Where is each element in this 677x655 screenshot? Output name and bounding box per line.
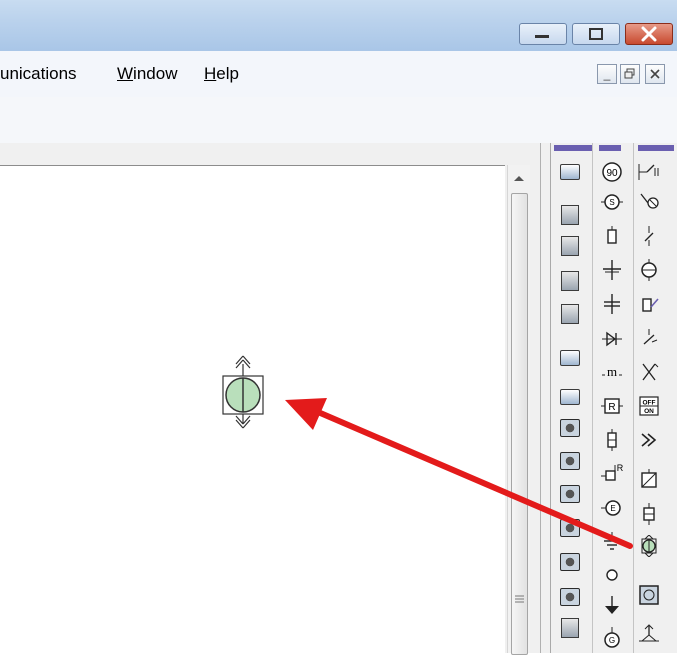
scrollbar-thumb[interactable] <box>511 193 528 655</box>
svg-text:OFF: OFF <box>643 400 656 407</box>
close-icon <box>641 26 657 42</box>
level-indicator-icon[interactable] <box>559 270 581 292</box>
component-palette: 90 S m R R E G OFF ON <box>540 143 677 653</box>
diagram-frame <box>0 143 540 655</box>
panel-frame-icon[interactable] <box>638 584 660 606</box>
gauge-component[interactable] <box>221 354 265 430</box>
document-minimize-button[interactable]: _ <box>597 64 617 84</box>
svg-text:G: G <box>609 636 615 645</box>
fast-forward-icon[interactable] <box>638 429 660 451</box>
fuse-icon[interactable] <box>601 429 623 451</box>
emf-source-icon[interactable]: E <box>601 497 623 519</box>
diode-icon[interactable] <box>601 328 623 350</box>
palette-column-3: OFF ON <box>638 143 668 653</box>
variable-resistor-icon[interactable]: R <box>601 462 623 484</box>
restore-icon <box>624 68 635 79</box>
toolbar <box>0 97 677 144</box>
capacitor-icon[interactable] <box>601 259 623 281</box>
toggle-contact-icon[interactable] <box>638 328 660 350</box>
panel-indicator-icon[interactable] <box>559 235 581 257</box>
vertical-scrollbar[interactable] <box>507 165 530 655</box>
relay-coil-icon[interactable] <box>638 469 660 491</box>
window-maximize-button[interactable] <box>572 23 620 45</box>
svg-text:R: R <box>608 402 615 413</box>
relay-icon[interactable] <box>638 293 660 315</box>
palette-column-2: 90 S m R R E G <box>601 143 631 653</box>
lamp-switch-icon[interactable] <box>638 191 660 213</box>
slider-indicator-icon[interactable] <box>559 303 581 325</box>
voltmeter-icon[interactable]: 90 <box>601 161 623 183</box>
grip-icon <box>515 595 524 603</box>
document-close-button[interactable] <box>645 64 665 84</box>
ground-icon[interactable] <box>601 531 623 553</box>
generator-icon[interactable]: G <box>601 627 623 649</box>
svg-text:R: R <box>617 463 623 473</box>
dial-icon[interactable] <box>559 483 581 505</box>
document-restore-button[interactable] <box>620 64 640 84</box>
close-icon <box>650 69 660 79</box>
ammeter-icon[interactable] <box>638 259 660 281</box>
contact-icon[interactable] <box>638 225 660 247</box>
svg-text:ON: ON <box>644 408 654 415</box>
dial-icon[interactable] <box>559 517 581 539</box>
bar-indicator-icon[interactable] <box>559 204 581 226</box>
fuse-holder-icon[interactable] <box>638 503 660 525</box>
resistor-icon[interactable]: R <box>601 395 623 417</box>
svg-text:90: 90 <box>606 168 618 179</box>
source-icon[interactable]: S <box>601 191 623 213</box>
palette-column-1 <box>559 143 589 653</box>
menu-bar: unications Window Help <box>0 51 677 97</box>
menu-item-communications[interactable]: unications <box>0 64 77 84</box>
dial-icon[interactable] <box>559 417 581 439</box>
svg-text:m: m <box>607 364 617 379</box>
inductor-icon[interactable]: m <box>601 361 623 383</box>
dial-icon[interactable] <box>559 586 581 608</box>
menu-item-window[interactable]: Window <box>117 64 177 84</box>
window-close-button[interactable] <box>625 23 673 45</box>
menu-item-help[interactable]: Help <box>204 64 239 84</box>
junction-icon[interactable] <box>638 623 660 645</box>
crossover-switch-icon[interactable] <box>638 361 660 383</box>
off-on-switch-icon[interactable]: OFF ON <box>638 395 660 417</box>
vertical-indicator-icon[interactable] <box>559 617 581 639</box>
title-bar <box>0 0 677 51</box>
scroll-up-icon[interactable] <box>508 169 530 189</box>
dial-icon[interactable] <box>559 551 581 573</box>
dial-icon[interactable] <box>559 450 581 472</box>
capacitor-icon[interactable] <box>601 293 623 315</box>
window-minimize-button[interactable] <box>519 23 567 45</box>
gauge-icon[interactable] <box>559 386 581 408</box>
down-arrow-icon[interactable] <box>601 595 623 617</box>
gauge-icon[interactable] <box>559 347 581 369</box>
svg-text:E: E <box>610 504 615 513</box>
svg-text:S: S <box>609 198 614 207</box>
gauge-component-icon[interactable] <box>638 535 660 557</box>
panel-meter-icon[interactable] <box>559 161 581 183</box>
node-icon[interactable] <box>601 564 623 586</box>
battery-icon[interactable] <box>601 225 623 247</box>
switch-icon[interactable] <box>638 161 660 183</box>
